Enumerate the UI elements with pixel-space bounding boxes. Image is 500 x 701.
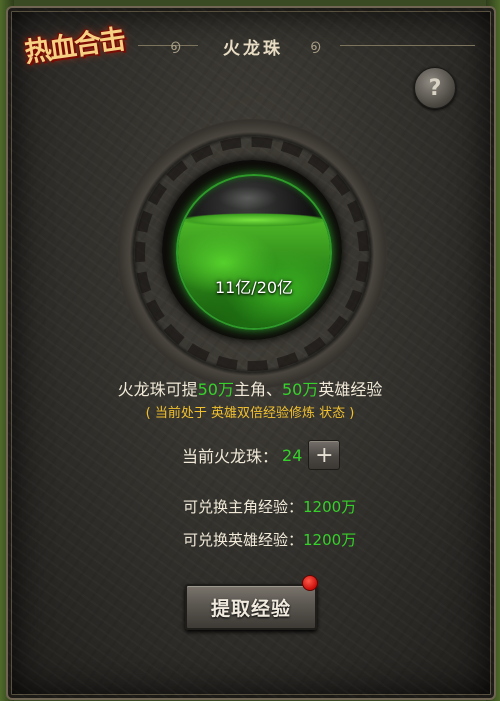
scroll-ornament-icon: ൭ (170, 36, 181, 54)
info-prefix: 火龙珠可提 (117, 380, 198, 399)
info-main-amount: 50万 (197, 380, 234, 399)
current-pearls-label: 当前火龙珠： (182, 447, 279, 466)
title-divider-right (340, 45, 475, 46)
status-notice: ( 当前处于 英雄双倍经验修炼 状态 ) (145, 406, 355, 421)
main-exp-label: 可兑换主角经验： (183, 498, 304, 516)
notification-dot (302, 575, 318, 591)
current-pearls-value: 24 (282, 445, 303, 465)
main-exp-row: 可兑换主角经验：1200万 (183, 496, 356, 517)
orb-progress-text: 11亿/20亿 (214, 278, 294, 297)
extract-exp-button[interactable]: 提取经验 (185, 584, 317, 630)
help-button[interactable]: ? (414, 67, 456, 109)
panel-title: 火龙珠 (223, 39, 283, 59)
extract-info-line: 火龙珠可提50万主角、50万英雄经验 (0, 376, 500, 400)
hero-exp-label: 可兑换英雄经验： (183, 531, 304, 549)
info-hero-amount: 50万 (282, 380, 319, 399)
add-pearls-button[interactable]: + (308, 440, 341, 470)
fire-dragon-pearl-orb: 11亿/20亿 (176, 174, 332, 330)
info-main-label: 主角、 (233, 380, 282, 399)
orb-frame: 11亿/20亿 (162, 160, 342, 340)
orb-glare (218, 186, 278, 210)
plus-icon: + (315, 442, 334, 468)
main-exp-value: 1200万 (303, 498, 357, 516)
hero-exp-row: 可兑换英雄经验：1200万 (183, 529, 356, 550)
hero-exp-value: 1200万 (303, 531, 357, 549)
title-divider-left (138, 45, 198, 46)
current-pearls-row: 当前火龙珠： 24 + (182, 440, 341, 470)
question-mark-icon: ? (428, 75, 442, 101)
scroll-ornament-icon: ൭ (310, 36, 321, 54)
info-hero-label: 英雄经验 (318, 380, 383, 399)
